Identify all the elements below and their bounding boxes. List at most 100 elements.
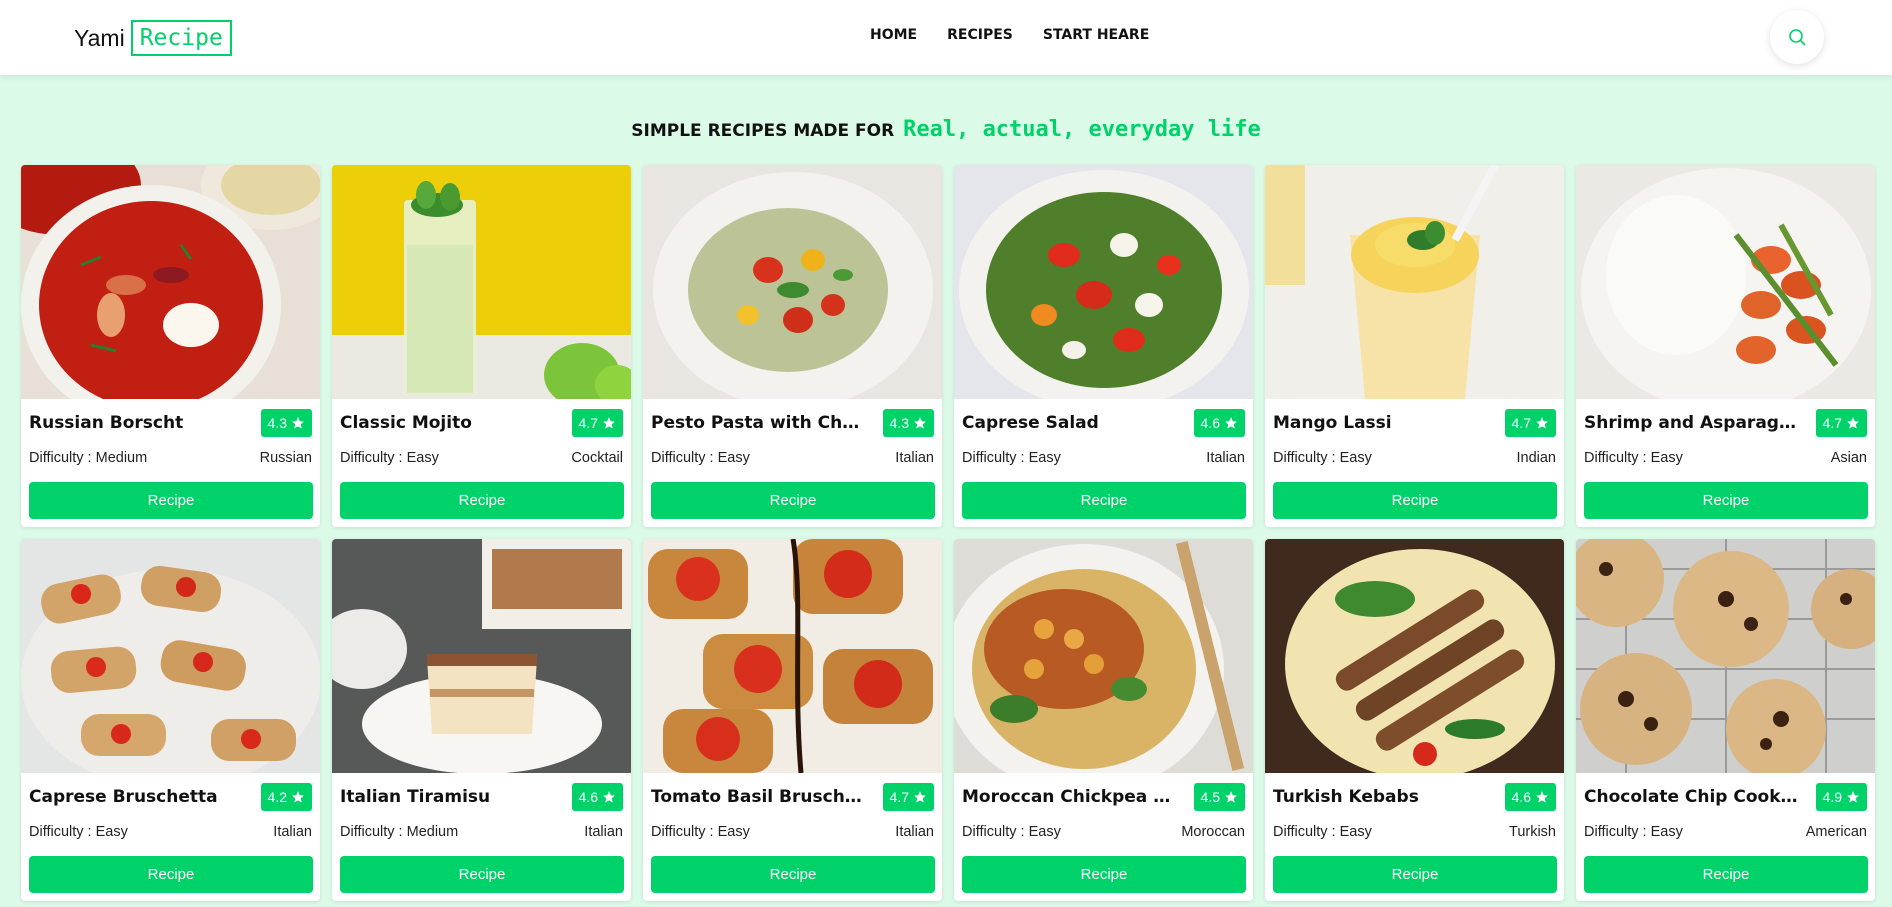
rating-value: 4.7 (1511, 415, 1531, 431)
recipe-image-chickpea-tagine[interactable] (954, 539, 1253, 773)
star-icon (1847, 417, 1859, 429)
cuisine-label: Turkish (1509, 824, 1556, 840)
recipe-card: Russian Borscht 4.3 Difficulty : Medium … (21, 165, 320, 527)
recipe-title: Caprese Salad (962, 413, 1099, 433)
recipe-title: Mango Lassi (1273, 413, 1392, 433)
recipe-button[interactable]: Recipe (651, 482, 935, 519)
rating-badge: 4.2 (260, 783, 312, 811)
recipe-title: Caprese Bruschetta (29, 787, 218, 807)
star-icon (914, 791, 926, 803)
recipe-image-pesto-pasta[interactable] (643, 165, 942, 399)
cuisine-label: Asian (1830, 450, 1867, 466)
recipe-image-cookies[interactable] (1576, 539, 1875, 773)
cuisine-label: Italian (584, 824, 623, 840)
recipe-image-turkish-kebabs[interactable] (1265, 539, 1564, 773)
rating-value: 4.7 (578, 415, 598, 431)
recipe-title: Classic Mojito (340, 413, 472, 433)
rating-value: 4.6 (578, 789, 598, 805)
recipe-title: Russian Borscht (29, 413, 184, 433)
rating-value: 4.5 (1200, 789, 1220, 805)
recipe-card: Italian Tiramisu 4.6 Difficulty : Medium… (332, 539, 631, 901)
cuisine-label: Cocktail (571, 450, 623, 466)
nav-link-home[interactable]: HOME (870, 27, 917, 43)
search-button[interactable] (1770, 10, 1824, 64)
rating-badge: 4.3 (882, 409, 934, 437)
star-icon (1536, 791, 1548, 803)
difficulty-label: Difficulty : Easy (651, 450, 750, 466)
recipe-image-borscht[interactable] (21, 165, 320, 399)
recipe-button[interactable]: Recipe (29, 856, 313, 893)
recipe-card: Pesto Pasta with Cherr... 4.3 Difficulty… (643, 165, 942, 527)
star-icon (1225, 417, 1237, 429)
cuisine-label: Italian (895, 824, 934, 840)
difficulty-label: Difficulty : Easy (340, 450, 439, 466)
recipe-card: Turkish Kebabs 4.6 Difficulty : Easy Tur… (1265, 539, 1564, 901)
star-icon (603, 417, 615, 429)
rating-value: 4.7 (889, 789, 909, 805)
cuisine-label: American (1805, 824, 1867, 840)
difficulty-label: Difficulty : Easy (1584, 824, 1683, 840)
rating-value: 4.2 (267, 789, 287, 805)
star-icon (1225, 791, 1237, 803)
brand-logo[interactable]: Yami Recipe (74, 20, 232, 56)
difficulty-label: Difficulty : Easy (962, 450, 1061, 466)
recipe-button[interactable]: Recipe (1273, 856, 1557, 893)
rating-badge: 4.7 (882, 783, 934, 811)
navbar: Yami Recipe HOME RECIPES START HEARE (0, 0, 1892, 75)
recipe-image-mojito[interactable] (332, 165, 631, 399)
rating-value: 4.3 (889, 415, 909, 431)
star-icon (292, 791, 304, 803)
rating-badge: 4.6 (571, 783, 623, 811)
recipe-title: Pesto Pasta with Cherr... (651, 413, 866, 433)
recipe-grid: Russian Borscht 4.3 Difficulty : Medium … (21, 165, 1877, 901)
recipe-image-tiramisu[interactable] (332, 539, 631, 773)
recipe-image-caprese-bruschetta[interactable] (21, 539, 320, 773)
recipe-card: Caprese Bruschetta 4.2 Difficulty : Easy… (21, 539, 320, 901)
recipe-button[interactable]: Recipe (1584, 856, 1868, 893)
recipe-button[interactable]: Recipe (651, 856, 935, 893)
recipe-card: Shrimp and Asparagus ... 4.7 Difficulty … (1576, 165, 1875, 527)
rating-value: 4.9 (1822, 789, 1842, 805)
difficulty-label: Difficulty : Easy (1273, 450, 1372, 466)
recipe-button[interactable]: Recipe (340, 482, 624, 519)
cuisine-label: Italian (273, 824, 312, 840)
rating-value: 4.6 (1511, 789, 1531, 805)
difficulty-label: Difficulty : Easy (1273, 824, 1372, 840)
star-icon (1847, 791, 1859, 803)
rating-badge: 4.3 (260, 409, 312, 437)
recipe-image-caprese-salad[interactable] (954, 165, 1253, 399)
cuisine-label: Russian (259, 450, 312, 466)
recipe-button[interactable]: Recipe (1273, 482, 1557, 519)
recipe-button[interactable]: Recipe (962, 856, 1246, 893)
cuisine-label: Indian (1516, 450, 1556, 466)
nav-link-recipes[interactable]: RECIPES (947, 27, 1013, 43)
nav-link-start[interactable]: START HEARE (1043, 27, 1149, 43)
recipe-card: Caprese Salad 4.6 Difficulty : Easy Ital… (954, 165, 1253, 527)
recipe-card: Classic Mojito 4.7 Difficulty : Easy Coc… (332, 165, 631, 527)
recipe-button[interactable]: Recipe (29, 482, 313, 519)
recipe-button[interactable]: Recipe (1584, 482, 1868, 519)
recipe-image-shrimp-asparagus[interactable] (1576, 165, 1875, 399)
rating-badge: 4.7 (1504, 409, 1556, 437)
difficulty-label: Difficulty : Easy (962, 824, 1061, 840)
rating-badge: 4.6 (1193, 409, 1245, 437)
recipe-image-mango-lassi[interactable] (1265, 165, 1564, 399)
brand-name-part2: Recipe (130, 20, 232, 56)
recipe-title: Italian Tiramisu (340, 787, 491, 807)
difficulty-label: Difficulty : Easy (1584, 450, 1683, 466)
recipe-card: Chocolate Chip Cookies 4.9 Difficulty : … (1576, 539, 1875, 901)
recipe-button[interactable]: Recipe (962, 482, 1246, 519)
recipe-image-tomato-bruschetta[interactable] (643, 539, 942, 773)
rating-badge: 4.6 (1504, 783, 1556, 811)
difficulty-label: Difficulty : Medium (29, 450, 148, 466)
headline-prefix: SIMPLE RECIPES MADE FOR (631, 121, 895, 141)
recipe-title: Shrimp and Asparagus ... (1584, 413, 1799, 433)
recipe-card: Moroccan Chickpea Ta... 4.5 Difficulty :… (954, 539, 1253, 901)
recipe-title: Moroccan Chickpea Ta... (962, 787, 1177, 807)
recipe-button[interactable]: Recipe (340, 856, 624, 893)
rating-badge: 4.7 (1815, 409, 1867, 437)
rating-badge: 4.7 (571, 409, 623, 437)
rating-value: 4.6 (1200, 415, 1220, 431)
star-icon (914, 417, 926, 429)
headline-highlight: Real, actual, everyday life (903, 117, 1261, 142)
